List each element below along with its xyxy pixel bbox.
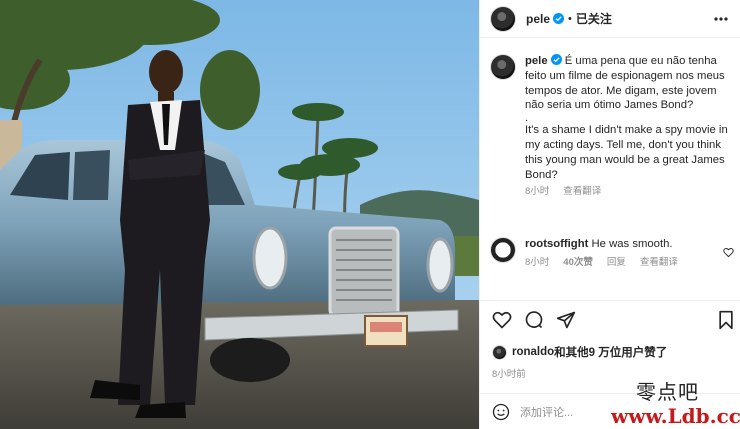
likes-rest-text: 和其他9 万位用户赞了 <box>554 347 668 359</box>
post-time: 8小时前 <box>492 369 526 380</box>
caption-body: pele É uma pena que eu não tenha feito u… <box>525 54 731 200</box>
bookmark-icon[interactable] <box>716 310 736 330</box>
photo-image <box>0 0 479 429</box>
post-header: pele • 已关注 <box>480 0 740 38</box>
caption-meta: 8小时 查看翻译 <box>525 185 731 200</box>
verified-icon <box>550 54 562 65</box>
likes-lead-user[interactable]: ronaldo <box>512 346 554 358</box>
comment-body: rootsoffight He was smooth. 8小时 40次赞 回复 … <box>525 237 721 270</box>
add-comment-input[interactable]: 添加评论... <box>520 404 573 420</box>
heart-icon[interactable] <box>492 310 512 330</box>
comment-meta: 8小时 40次赞 回复 查看翻译 <box>525 255 721 270</box>
emoji-icon[interactable] <box>492 403 510 421</box>
comment-item: rootsoffight He was smooth. 8小时 40次赞 回复 … <box>490 237 736 270</box>
author-username[interactable]: pele <box>526 12 550 26</box>
comment-like-heart-icon[interactable] <box>723 247 734 258</box>
comment-likes[interactable]: 40次赞 <box>563 255 593 270</box>
verified-icon <box>553 13 565 24</box>
watermark-logo-text: 零点吧 <box>636 380 699 404</box>
comment-icon[interactable] <box>524 310 544 330</box>
caption-age[interactable]: 8小时 <box>525 185 549 200</box>
comment-text: He was smooth. <box>591 238 673 250</box>
share-icon[interactable] <box>556 310 576 330</box>
comment-age[interactable]: 8小时 <box>525 255 549 270</box>
liker-avatar <box>492 344 507 360</box>
caption-avatar[interactable] <box>490 54 516 80</box>
post-sidebar: pele • 已关注 pele É uma pena que eu não te… <box>479 0 740 429</box>
caption-text-english: It's a shame I didn't make a spy movie i… <box>525 124 728 181</box>
header-separator: • <box>568 12 572 25</box>
commenter-avatar[interactable] <box>490 237 516 263</box>
post-photo[interactable] <box>0 0 479 429</box>
caption-dot: . <box>525 112 529 125</box>
more-icon[interactable] <box>713 12 729 26</box>
author-avatar[interactable] <box>490 5 516 32</box>
follow-status-button[interactable]: 已关注 <box>576 10 612 27</box>
post-action-bar <box>480 300 740 338</box>
watermark-url: www.Ldb.cc <box>611 404 740 428</box>
post-caption: pele É uma pena que eu não tenha feito u… <box>490 54 734 200</box>
comment-reply-link[interactable]: 回复 <box>607 255 626 270</box>
caption-see-translation-link[interactable]: 查看翻译 <box>563 185 601 200</box>
commenter-username[interactable]: rootsoffight <box>525 238 588 250</box>
caption-username[interactable]: pele <box>525 55 548 67</box>
likes-summary[interactable]: ronaldo 和其他9 万位用户赞了 <box>492 344 667 360</box>
comment-see-translation-link[interactable]: 查看翻译 <box>640 255 678 270</box>
